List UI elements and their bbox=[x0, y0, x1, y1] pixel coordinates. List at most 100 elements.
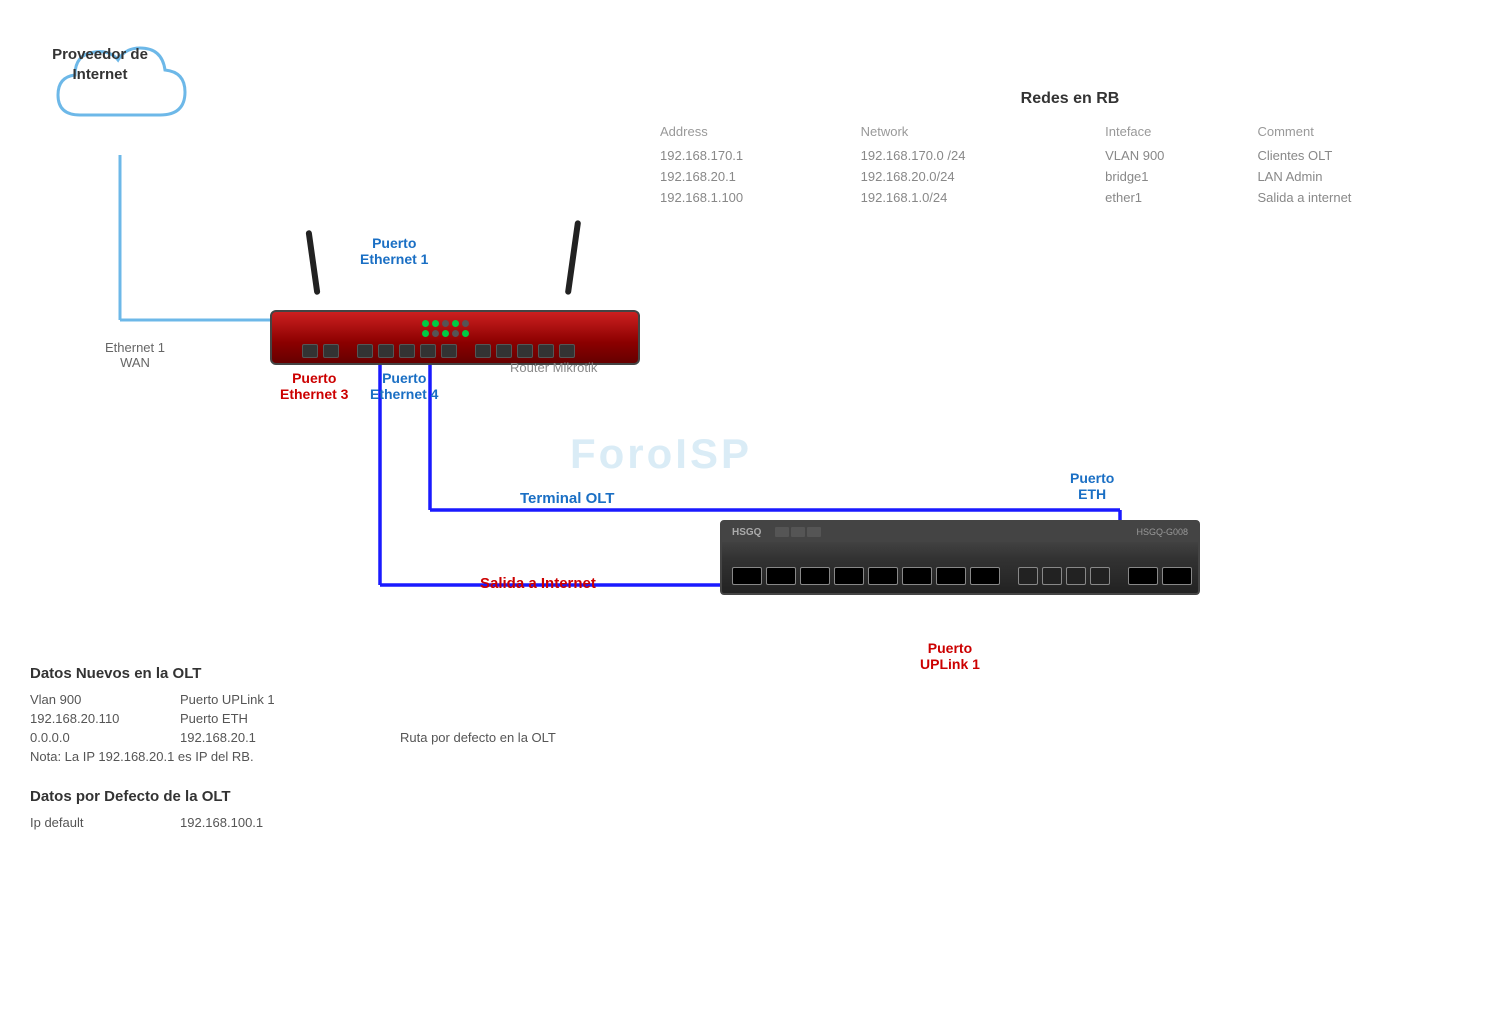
table-cell-2-0: 192.168.1.100 bbox=[660, 187, 861, 208]
port-6 bbox=[420, 344, 436, 358]
port-1 bbox=[302, 344, 318, 358]
port-9 bbox=[496, 344, 512, 358]
led-8 bbox=[442, 330, 449, 337]
label-salida-internet: Salida a Internet bbox=[480, 575, 596, 592]
router-device bbox=[270, 290, 650, 370]
table-cell-0-0: 192.168.170.1 bbox=[660, 145, 861, 166]
default-row-1: Ip default 192.168.100.1 bbox=[30, 815, 730, 830]
router-label: Router Mikrotik bbox=[510, 360, 597, 375]
port-4 bbox=[378, 344, 394, 358]
port-10 bbox=[517, 344, 533, 358]
olt-top-strip: HSGQ HSGQ-G008 bbox=[722, 522, 1198, 542]
label-ethernet-3: Puerto Ethernet 3 bbox=[280, 370, 348, 402]
label-ethernet-4: Puerto Ethernet 4 bbox=[370, 370, 438, 402]
watermark: ForoISP bbox=[570, 430, 752, 478]
table-cell-2-2: ether1 bbox=[1105, 187, 1257, 208]
led-3 bbox=[442, 320, 449, 327]
led-1 bbox=[422, 320, 429, 327]
table-cell-1-1: 192.168.20.0/24 bbox=[861, 166, 1106, 187]
led-4 bbox=[452, 320, 459, 327]
antenna-left bbox=[306, 230, 321, 295]
bottom-row-3-col3: Ruta por defecto en la OLT bbox=[400, 730, 730, 745]
table-row: 192.168.1.100192.168.1.0/24ether1Salida … bbox=[660, 187, 1480, 208]
port-12 bbox=[559, 344, 575, 358]
port-7 bbox=[441, 344, 457, 358]
bottom-row-3-col2: 192.168.20.1 bbox=[180, 730, 380, 745]
router-body bbox=[270, 310, 640, 365]
table-cell-1-3: LAN Admin bbox=[1257, 166, 1480, 187]
bottom-row-2-col2: Puerto ETH bbox=[180, 711, 380, 726]
olt-sfp-8 bbox=[970, 567, 1000, 585]
bottom-row-1: Vlan 900 Puerto UPLink 1 bbox=[30, 692, 730, 707]
olt-sfp-5 bbox=[868, 567, 898, 585]
olt-sfp-2 bbox=[766, 567, 796, 585]
table-row: 192.168.20.1192.168.20.0/24bridge1LAN Ad… bbox=[660, 166, 1480, 187]
antenna-right bbox=[565, 220, 581, 295]
bottom-row-1-col3 bbox=[400, 692, 730, 707]
olt-sfp-6 bbox=[902, 567, 932, 585]
led-group bbox=[422, 320, 470, 338]
label-olt-eth: Puerto ETH bbox=[1070, 470, 1114, 502]
table-cell-1-0: 192.168.20.1 bbox=[660, 166, 861, 187]
section2-title: Datos por Defecto de la OLT bbox=[30, 788, 730, 805]
led-7 bbox=[432, 330, 439, 337]
label-olt-uplink: Puerto UPLink 1 bbox=[920, 640, 980, 672]
led-5 bbox=[462, 320, 469, 327]
section1-title: Datos Nuevos en la OLT bbox=[30, 665, 730, 682]
olt-sfp-3 bbox=[800, 567, 830, 585]
col-network: Network bbox=[861, 122, 1106, 145]
col-comment: Comment bbox=[1257, 122, 1480, 145]
olt-sfp-1 bbox=[732, 567, 762, 585]
table-cell-2-3: Salida a internet bbox=[1257, 187, 1480, 208]
port-2 bbox=[323, 344, 339, 358]
table-cell-0-1: 192.168.170.0 /24 bbox=[861, 145, 1106, 166]
data-table: Address Network Inteface Comment 192.168… bbox=[660, 122, 1480, 208]
olt-eth-2 bbox=[1042, 567, 1062, 585]
olt-uplink-2 bbox=[1162, 567, 1192, 585]
diagram-container: Proveedor de Internet Ethernet 1 WAN Pue… bbox=[0, 0, 1500, 1031]
port-5 bbox=[399, 344, 415, 358]
table-header-row: Address Network Inteface Comment bbox=[660, 122, 1480, 145]
table-cell-2-1: 192.168.1.0/24 bbox=[861, 187, 1106, 208]
col-interface: Inteface bbox=[1105, 122, 1257, 145]
default-col2: 192.168.100.1 bbox=[180, 815, 380, 830]
led-9 bbox=[452, 330, 459, 337]
port-8 bbox=[475, 344, 491, 358]
table-section: Redes en RB Address Network Inteface Com… bbox=[660, 90, 1480, 208]
olt-eth-4 bbox=[1090, 567, 1110, 585]
cloud-label: Proveedor de Internet bbox=[50, 45, 150, 84]
bottom-note: Nota: La IP 192.168.20.1 es IP del RB. bbox=[30, 749, 730, 764]
olt-sfp-7 bbox=[936, 567, 966, 585]
col-address: Address bbox=[660, 122, 861, 145]
bottom-row-2-col1: 192.168.20.110 bbox=[30, 711, 160, 726]
led-10 bbox=[462, 330, 469, 337]
olt-body: HSGQ HSGQ-G008 bbox=[720, 520, 1200, 595]
table-cell-0-3: Clientes OLT bbox=[1257, 145, 1480, 166]
label-terminal-olt: Terminal OLT bbox=[520, 490, 614, 507]
bottom-row-1-col1: Vlan 900 bbox=[30, 692, 160, 707]
bottom-row-1-col2: Puerto UPLink 1 bbox=[180, 692, 380, 707]
bottom-row-2-col3 bbox=[400, 711, 730, 726]
olt-port-row bbox=[732, 567, 1200, 585]
table-title: Redes en RB bbox=[660, 90, 1480, 108]
default-col1: Ip default bbox=[30, 815, 160, 830]
olt-device: HSGQ HSGQ-G008 bbox=[720, 520, 1200, 610]
table-cell-1-2: bridge1 bbox=[1105, 166, 1257, 187]
olt-eth-3 bbox=[1066, 567, 1086, 585]
bottom-row-3-col1: 0.0.0.0 bbox=[30, 730, 160, 745]
router-ports bbox=[302, 344, 575, 358]
table-row: 192.168.170.1192.168.170.0 /24VLAN 900Cl… bbox=[660, 145, 1480, 166]
led-2 bbox=[432, 320, 439, 327]
bottom-info: Datos Nuevos en la OLT Vlan 900 Puerto U… bbox=[30, 665, 730, 830]
bottom-row-2: 192.168.20.110 Puerto ETH bbox=[30, 711, 730, 726]
table-cell-0-2: VLAN 900 bbox=[1105, 145, 1257, 166]
olt-eth-1 bbox=[1018, 567, 1038, 585]
port-3 bbox=[357, 344, 373, 358]
olt-sfp-4 bbox=[834, 567, 864, 585]
wan-label: Ethernet 1 WAN bbox=[105, 340, 165, 370]
port-11 bbox=[538, 344, 554, 358]
bottom-row-3: 0.0.0.0 192.168.20.1 Ruta por defecto en… bbox=[30, 730, 730, 745]
table-body: 192.168.170.1192.168.170.0 /24VLAN 900Cl… bbox=[660, 145, 1480, 208]
olt-uplink-1 bbox=[1128, 567, 1158, 585]
led-6 bbox=[422, 330, 429, 337]
